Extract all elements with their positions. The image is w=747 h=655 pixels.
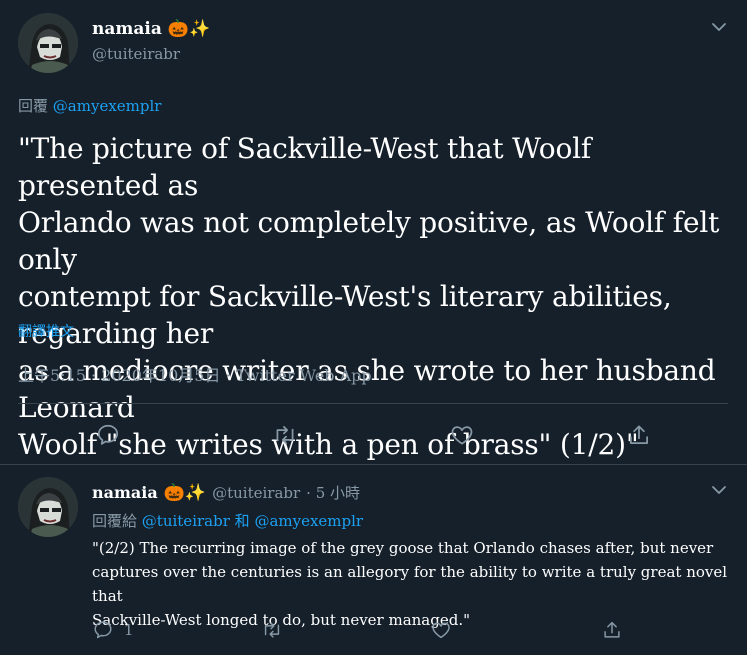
- reply-avatar[interactable]: [18, 477, 78, 537]
- avatar[interactable]: [18, 13, 78, 73]
- translate-tweet-link[interactable]: 翻譯推文: [18, 321, 74, 341]
- tweet-text: "The picture of Sackville-West that Wool…: [18, 130, 738, 463]
- reply-tweet-text: "(2/2) The recurring image of the grey g…: [92, 536, 737, 632]
- heart-icon: [432, 622, 450, 639]
- reply-like-button[interactable]: [430, 619, 452, 645]
- name-emoji: 🎃✨: [167, 19, 211, 39]
- share-button[interactable]: [626, 422, 652, 452]
- tweet-text-line: "The picture of Sackville-West that Wool…: [18, 132, 592, 202]
- reply-text-line: captures over the centuries is an allego…: [92, 563, 728, 605]
- reply-text-line: "(2/2) The recurring image of the grey g…: [92, 539, 714, 557]
- reply-count: 1: [124, 621, 134, 639]
- like-button[interactable]: [449, 422, 475, 452]
- reply-name-emoji: 🎃✨: [163, 482, 207, 503]
- divider: [0, 464, 747, 465]
- display-name[interactable]: namaia: [92, 19, 162, 39]
- reply-prefix: 回覆: [18, 97, 49, 115]
- retweet-icon: [276, 426, 294, 444]
- reply-mention-link[interactable]: @tuiteirabr: [142, 512, 230, 530]
- reply-mention-join: 和: [234, 512, 250, 530]
- reply-mention-link[interactable]: @amyexemplr: [254, 512, 363, 530]
- divider: [18, 403, 728, 404]
- reply-display-name[interactable]: namaia: [92, 483, 158, 502]
- chevron-down-icon[interactable]: [709, 17, 729, 37]
- heart-icon: [451, 426, 473, 445]
- share-icon: [604, 621, 620, 638]
- tweet-timestamp[interactable]: 上午5:15 · 2020年10月5日 · Twitter Web App: [18, 362, 372, 386]
- retweet-button[interactable]: [272, 422, 298, 452]
- reply-user-handle[interactable]: @tuiteirabr: [212, 484, 300, 502]
- tweet-text-line: Orlando was not completely positive, as …: [18, 206, 720, 276]
- reply-mention-link[interactable]: @amyexemplr: [53, 97, 162, 115]
- share-icon: [630, 425, 648, 444]
- reply-icon: [94, 621, 112, 639]
- reply-to-prefix: 回覆給: [92, 512, 138, 530]
- reply-text-line: Sackville-West longed to do, but never m…: [92, 611, 471, 629]
- reply-icon: [97, 424, 119, 445]
- reply-share-button[interactable]: [601, 619, 623, 645]
- reply-time-ago[interactable]: · 5 小時: [306, 482, 360, 503]
- reply-button[interactable]: [95, 422, 121, 452]
- reply-retweet-button[interactable]: [261, 619, 283, 645]
- reply-chevron-down-icon[interactable]: [709, 480, 729, 500]
- reply-reply-button[interactable]: 1: [92, 619, 134, 641]
- retweet-icon: [264, 622, 280, 638]
- tweet-text-line: contempt for Sackville-West's literary a…: [18, 280, 672, 350]
- user-handle[interactable]: @tuiteirabr: [92, 45, 180, 63]
